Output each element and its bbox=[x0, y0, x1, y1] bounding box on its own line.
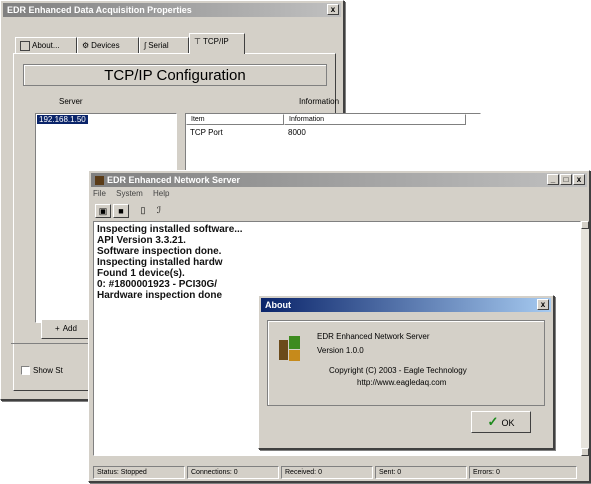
product-version: Version 1.0.0 bbox=[317, 346, 364, 355]
server-title-bar[interactable]: EDR Enhanced Network Server _ □ x bbox=[91, 173, 587, 187]
table-header-item[interactable]: Item bbox=[186, 114, 284, 125]
gear-icon: ⚙ bbox=[82, 41, 90, 50]
status-sent: Sent: 0 bbox=[375, 466, 467, 479]
status-errors: Errors: 0 bbox=[469, 466, 577, 479]
status-received: Received: 0 bbox=[281, 466, 373, 479]
show-checkbox-label: Show St bbox=[33, 366, 63, 375]
tab-about[interactable]: About... bbox=[15, 37, 77, 53]
log-line: 0: #1800001923 - PCI30G/ bbox=[97, 279, 218, 290]
stop-icon: ■ bbox=[118, 206, 124, 216]
ok-button[interactable]: ✓ OK bbox=[471, 411, 531, 433]
log-line: Found 1 device(s). bbox=[97, 268, 185, 279]
log-line: API Version 3.3.21. bbox=[97, 235, 186, 246]
app-icon bbox=[95, 176, 104, 186]
maximize-button[interactable]: □ bbox=[560, 174, 572, 185]
about-dialog: About x EDR Enhanced Network Server Vers… bbox=[258, 295, 554, 449]
settings-button[interactable]: ℐ bbox=[151, 204, 167, 218]
start-icon: ▣ bbox=[98, 206, 108, 216]
about-close-button[interactable]: x bbox=[537, 299, 549, 310]
cable-icon: ∫ bbox=[144, 41, 147, 50]
menu-system[interactable]: System bbox=[116, 189, 143, 198]
server-list-item[interactable]: 192.168.1.50 bbox=[37, 115, 88, 124]
menu-file[interactable]: File bbox=[93, 189, 106, 198]
new-log-button[interactable]: ▯ bbox=[135, 204, 151, 218]
properties-title: EDR Enhanced Data Acquisition Properties bbox=[7, 5, 192, 15]
log-scrollbar[interactable] bbox=[581, 221, 589, 456]
product-name: EDR Enhanced Network Server bbox=[317, 332, 430, 341]
minimize-button[interactable]: _ bbox=[547, 174, 559, 185]
server-title: EDR Enhanced Network Server bbox=[107, 175, 241, 185]
server-label: Server bbox=[59, 97, 83, 106]
log-line: Inspecting installed software... bbox=[97, 224, 243, 235]
stop-server-button[interactable]: ■ bbox=[113, 204, 129, 218]
show-checkbox-row[interactable]: Show St bbox=[21, 366, 63, 376]
ok-button-label: OK bbox=[501, 418, 515, 428]
tab-tcpip-label: TCP/IP bbox=[202, 37, 229, 46]
copyright-text: Copyright (C) 2003 - Eagle Technology bbox=[329, 366, 467, 375]
menu-bar: File System Help bbox=[93, 189, 177, 198]
tab-about-label: About... bbox=[32, 41, 60, 50]
separator bbox=[11, 343, 91, 344]
scroll-down-icon[interactable] bbox=[581, 448, 589, 456]
status-connections: Connections: 0 bbox=[187, 466, 279, 479]
tab-serial[interactable]: ∫ Serial bbox=[139, 37, 189, 53]
network-icon: ⊤ bbox=[194, 37, 201, 46]
log-line: Inspecting installed hardw bbox=[97, 257, 223, 268]
properties-title-bar[interactable]: EDR Enhanced Data Acquisition Properties… bbox=[3, 3, 341, 17]
tab-tcpip[interactable]: ⊤ TCP/IP bbox=[189, 33, 245, 54]
scroll-up-icon[interactable] bbox=[581, 221, 589, 229]
about-title: About bbox=[265, 300, 291, 310]
menu-help[interactable]: Help bbox=[153, 189, 169, 198]
properties-close-button[interactable]: x bbox=[327, 4, 339, 15]
start-server-button[interactable]: ▣ bbox=[95, 204, 111, 218]
checkmark-icon: ✓ bbox=[487, 414, 499, 429]
tab-devices[interactable]: ⚙ Devices bbox=[77, 37, 139, 53]
plus-icon: + bbox=[55, 324, 60, 333]
product-icon bbox=[279, 336, 301, 362]
table-cell-item: TCP Port bbox=[190, 128, 223, 137]
information-label: Information bbox=[299, 97, 340, 106]
tcpip-config-title: TCP/IP Configuration bbox=[23, 64, 327, 86]
about-title-bar[interactable]: About x bbox=[261, 298, 551, 312]
tab-serial-label: Serial bbox=[148, 41, 169, 50]
table-header-information[interactable]: Information bbox=[284, 114, 466, 125]
log-line: Software inspection done. bbox=[97, 246, 222, 257]
info-icon bbox=[20, 40, 30, 51]
tab-devices-label: Devices bbox=[91, 41, 120, 50]
document-icon: ▯ bbox=[140, 205, 146, 215]
show-checkbox[interactable] bbox=[21, 366, 30, 376]
server-close-button[interactable]: x bbox=[573, 174, 585, 185]
add-button-label: Add bbox=[62, 324, 77, 333]
add-button[interactable]: + Add bbox=[41, 319, 91, 339]
status-state: Status: Stopped bbox=[93, 466, 185, 479]
wrench-icon: ℐ bbox=[156, 205, 162, 215]
website-url: http://www.eagledaq.com bbox=[357, 378, 447, 387]
table-cell-value: 8000 bbox=[288, 128, 306, 137]
